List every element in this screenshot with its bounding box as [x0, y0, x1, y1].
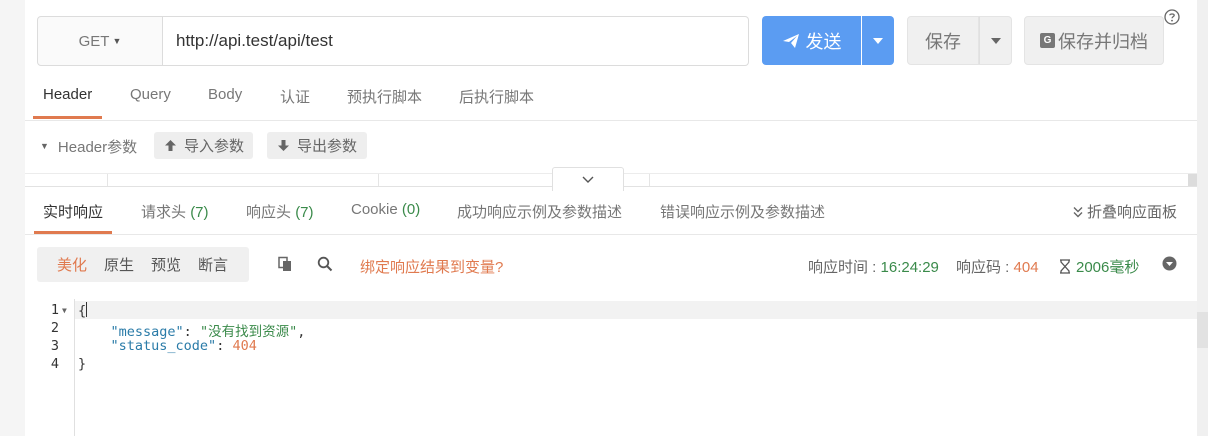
tab-header[interactable]: Header: [43, 86, 92, 103]
active-tab-indicator: [33, 116, 102, 119]
bind-result-to-variable-link[interactable]: 绑定响应结果到变量?: [360, 256, 503, 277]
format-assert[interactable]: 断言: [198, 254, 228, 275]
tab-body[interactable]: Body: [208, 86, 242, 103]
save-label: 保存: [925, 31, 961, 52]
response-body-editor[interactable]: 1 ▼ 2 3 4 { "message": "没有找到资源", "status…: [25, 299, 1197, 436]
tab-query[interactable]: Query: [130, 86, 171, 103]
caret-down-icon: ▼: [112, 36, 122, 46]
send-button[interactable]: 发送: [762, 16, 861, 65]
save-and-archive-button[interactable]: G 保存并归档: [1024, 16, 1164, 65]
response-time: 响应时间 : 16:24:29: [808, 256, 939, 277]
tab-cookie[interactable]: Cookie (0): [351, 201, 420, 218]
page-scrollbar-thumb[interactable]: [1197, 312, 1208, 348]
double-chevron-down-icon: [1073, 206, 1083, 217]
response-tabs: 实时响应 请求头 (7) 响应头 (7) Cookie (0) 成功响应示例及参…: [25, 186, 1197, 235]
json-close-brace: }: [78, 356, 87, 372]
method-label: GET: [78, 32, 110, 50]
code-line: {: [78, 302, 88, 319]
line-number: 1: [50, 302, 59, 318]
save-dropdown-button[interactable]: [979, 16, 1012, 65]
collapse-response-label: 折叠响应面板: [1087, 204, 1178, 221]
json-number-value: 404: [232, 338, 257, 354]
download-icon[interactable]: [1162, 256, 1177, 271]
tab-realtime-response[interactable]: 实时响应: [43, 201, 103, 222]
format-pretty[interactable]: 美化: [57, 254, 87, 275]
tab-label: Cookie: [351, 201, 398, 218]
caret-down-icon: ▼: [40, 141, 49, 151]
table-column-divider: [107, 174, 108, 186]
tab-pre-script[interactable]: 预执行脚本: [347, 86, 422, 107]
count-badge: (7): [295, 204, 314, 221]
archive-icon: G: [1040, 33, 1055, 48]
send-dropdown-button[interactable]: [862, 16, 894, 65]
format-raw[interactable]: 原生: [104, 254, 134, 275]
format-preview[interactable]: 预览: [151, 254, 181, 275]
line-number: 4: [50, 356, 59, 372]
save-button[interactable]: 保存: [907, 16, 979, 65]
line-number: 3: [50, 338, 59, 354]
line-number-gutter: 1 ▼ 2 3 4: [25, 299, 73, 436]
paper-plane-icon: [782, 33, 799, 48]
tab-request-headers[interactable]: 请求头 (7): [141, 201, 209, 222]
caret-down-icon: [873, 37, 883, 44]
tab-error-examples[interactable]: 错误响应示例及参数描述: [660, 201, 825, 222]
collapse-response-panel-button[interactable]: 折叠响应面板: [1072, 201, 1177, 222]
tab-success-examples[interactable]: 成功响应示例及参数描述: [457, 201, 622, 222]
url-input[interactable]: http://api.test/api/test: [163, 16, 749, 66]
format-toggle-group: 美化 原生 预览 断言: [37, 247, 249, 282]
response-code-value: 404: [1013, 259, 1039, 276]
caret-down-icon: [990, 37, 1001, 44]
active-tab-indicator: [34, 231, 112, 234]
tab-label: 响应头: [246, 204, 292, 221]
copy-icon[interactable]: [277, 256, 293, 272]
url-value: http://api.test/api/test: [176, 31, 333, 50]
tab-post-script[interactable]: 后执行脚本: [459, 86, 534, 107]
tab-label: 请求头: [141, 204, 187, 221]
search-icon[interactable]: [317, 256, 333, 272]
response-code: 响应码 : 404: [956, 256, 1039, 277]
header-params-label: Header参数: [57, 138, 138, 156]
arrow-up-icon: [165, 140, 176, 151]
json-key: "status_code": [110, 338, 217, 354]
send-label: 发送: [805, 31, 842, 52]
tab-auth[interactable]: 认证: [280, 86, 310, 107]
header-params-toggle[interactable]: ▼ Header参数: [40, 132, 137, 160]
import-params-label: 导入参数: [184, 138, 245, 155]
response-duration: 2006毫秒: [1058, 256, 1139, 277]
table-column-divider: [649, 174, 650, 186]
arrow-down-icon: [278, 140, 289, 151]
json-open-brace: {: [78, 303, 87, 319]
request-tabs: Header Query Body 认证 预执行脚本 后执行脚本: [25, 76, 1197, 121]
export-params-button[interactable]: 导出参数: [267, 132, 367, 159]
response-code-label: 响应码 :: [956, 259, 1014, 276]
export-params-label: 导出参数: [297, 138, 358, 155]
code-line: "message": "没有找到资源",: [110, 324, 306, 340]
response-time-value: 16:24:29: [880, 259, 939, 276]
method-select[interactable]: GET ▼: [37, 16, 163, 66]
chevron-down-icon: [582, 176, 594, 183]
left-margin: [0, 0, 25, 436]
count-badge: (7): [190, 204, 209, 221]
count-badge: (0): [401, 201, 421, 218]
current-line-highlight: [75, 301, 1197, 319]
import-params-button[interactable]: 导入参数: [154, 132, 253, 159]
fold-caret-icon[interactable]: ▼: [62, 306, 67, 315]
hourglass-icon: [1060, 259, 1070, 274]
code-line: "status_code": 404: [110, 338, 257, 354]
code-line: }: [78, 356, 86, 372]
response-time-label: 响应时间 :: [808, 259, 881, 276]
gutter-divider: [74, 299, 75, 436]
table-scrollbar[interactable]: [1188, 174, 1197, 186]
line-number: 2: [50, 320, 59, 336]
table-column-divider: [378, 174, 379, 186]
tab-response-headers[interactable]: 响应头 (7): [246, 201, 314, 222]
duration-value: 2006毫秒: [1076, 259, 1140, 276]
help-icon[interactable]: [1164, 9, 1180, 25]
text-cursor: [86, 302, 88, 317]
page-scrollbar[interactable]: [1197, 0, 1208, 436]
archive-label: 保存并归档: [1058, 31, 1148, 52]
